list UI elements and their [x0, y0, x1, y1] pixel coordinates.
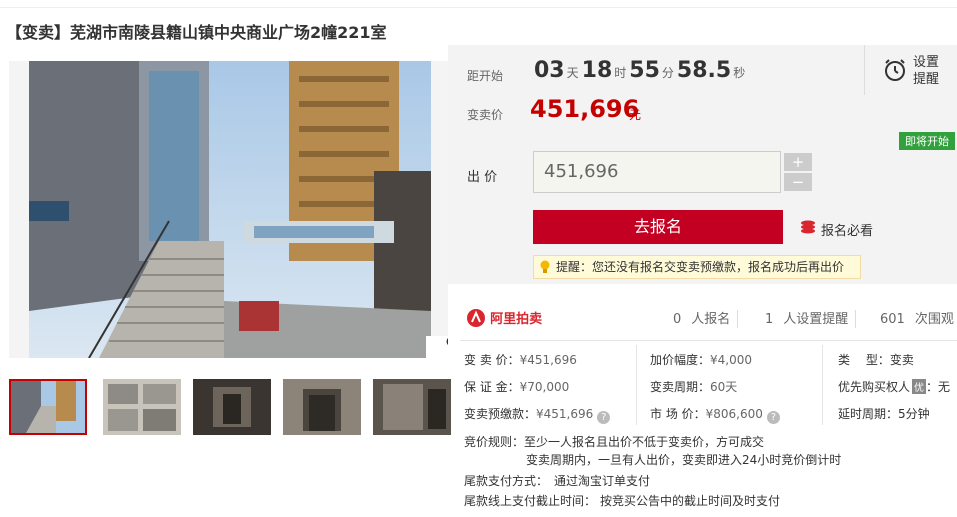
countdown: 03 天 18 时 55 分 58.5 秒 — [534, 58, 748, 83]
help-icon[interactable]: ? — [597, 411, 611, 424]
thumbnail-1[interactable] — [9, 379, 87, 435]
status-badge: 即将开始 — [899, 132, 955, 150]
remind-button[interactable]: 设置提醒 — [864, 45, 957, 95]
magnifier-icon — [446, 337, 448, 346]
remind-stat: 1 人设置提醒 — [765, 308, 848, 327]
info-delay-period-value: 5分钟 — [898, 407, 930, 421]
countdown-days-unit: 天 — [566, 66, 579, 80]
price-label: 变卖价 — [467, 108, 504, 122]
alarm-clock-icon — [885, 59, 905, 81]
views-stat: 601 次围观 — [880, 308, 954, 327]
info-delay-period: 延时周期：5分钟 — [838, 405, 930, 422]
info-market-price: 市 场 价：¥806,600? — [650, 405, 780, 424]
current-price: 451,696 — [530, 95, 640, 123]
brand-name: 阿里拍卖 — [490, 312, 543, 327]
info-prepayment-value: ¥451,696 — [536, 407, 594, 421]
stats-separator-2 — [855, 310, 856, 328]
views-label: 次围观 — [914, 312, 954, 327]
must-read-link[interactable]: 报名必看 — [821, 220, 873, 239]
info-reserve-price-key: 变 卖 价： — [464, 353, 520, 367]
info-market-price-value: ¥806,600 — [705, 407, 763, 421]
info-separator-2 — [822, 345, 823, 425]
countdown-hours-unit: 时 — [614, 66, 627, 80]
coins-icon — [801, 220, 815, 234]
bid-amount-input[interactable]: 451,696 — [533, 151, 781, 193]
alibaba-auction-icon — [467, 309, 485, 327]
countdown-minutes-unit: 分 — [661, 66, 674, 80]
info-divider — [460, 340, 957, 341]
zoom-button[interactable] — [426, 336, 448, 358]
info-delay-period-key: 延时周期： — [838, 407, 899, 421]
rule-payment-deadline: 尾款线上支付截止时间： 按竞买公告中的截止时间及时支付 — [464, 492, 780, 509]
rule-payment-deadline-key: 尾款线上支付截止时间： — [464, 494, 597, 508]
info-separator-1 — [636, 345, 637, 425]
page-title: 【变卖】芜湖市南陵县籍山镇中央商业广场2幢221室 — [6, 23, 387, 42]
bid-label: 出 价 — [467, 170, 498, 185]
reminder-tip: 提醒：您还没有报名交变卖预缴款，报名成功后再出价 — [533, 255, 861, 279]
stats-separator-1 — [737, 310, 738, 328]
reminder-tip-text: 提醒：您还没有报名交变卖预缴款，报名成功后再出价 — [556, 260, 845, 274]
signup-stat: 0 人报名 — [673, 308, 730, 327]
rule-payment-method-key: 尾款支付方式： — [464, 474, 549, 488]
info-period: 变卖周期：60天 — [650, 378, 737, 395]
info-reserve-price-value: ¥451,696 — [519, 353, 577, 367]
info-increment-value: ¥4,000 — [710, 353, 753, 367]
thumbnail-3[interactable] — [193, 379, 271, 435]
rule-payment-method-value: 通过淘宝订单支付 — [554, 474, 651, 488]
info-priority-buyer: 优先购买权人优：无 — [838, 378, 950, 395]
info-increment-key: 加价幅度： — [650, 353, 711, 367]
thumbnail-4[interactable] — [283, 379, 361, 435]
rule-countdown: 变卖周期内，一旦有人出价，变卖即进入24小时竞价倒计时 — [526, 453, 842, 467]
countdown-seconds-unit: 秒 — [733, 66, 746, 80]
signup-count: 0 — [673, 312, 682, 327]
thumbnail-2[interactable] — [103, 379, 181, 435]
lightbulb-icon — [540, 260, 550, 273]
signup-button[interactable]: 去报名 — [533, 210, 783, 244]
decrease-button[interactable]: − — [784, 173, 812, 191]
countdown-minutes: 55 — [629, 58, 660, 83]
stats-row: 阿里拍卖 0 人报名 1 人设置提醒 601 次围观 — [460, 308, 957, 330]
info-priority-buyer-value: ：无 — [926, 380, 951, 394]
info-period-value: 60天 — [710, 380, 738, 394]
info-market-price-key: 市 场 价： — [650, 407, 706, 421]
info-prepayment-key: 变卖预缴款： — [464, 407, 537, 421]
info-type: 类 型：变卖 — [838, 351, 914, 368]
remind-count-label: 人设置提醒 — [783, 312, 849, 327]
priority-badge: 优 — [912, 379, 927, 394]
rule-bidding: 竞价规则：至少一人报名且出价不低于变卖价，方可成交 — [464, 433, 764, 450]
increase-button[interactable]: + — [784, 153, 812, 171]
info-increment: 加价幅度：¥4,000 — [650, 351, 752, 368]
countdown-days: 03 — [534, 58, 565, 83]
price-unit: 元 — [629, 108, 642, 122]
thumbnail-strip — [9, 379, 459, 435]
main-photo[interactable] — [9, 61, 448, 358]
info-type-value: 变卖 — [889, 353, 914, 367]
bid-panel: 即将开始 出 价 451,696 + − 去报名 报名必看 提醒：您还没有报名交… — [448, 129, 957, 284]
rule-payment-deadline-value: 按竞买公告中的截止时间及时支付 — [600, 494, 781, 508]
top-divider — [0, 7, 957, 8]
views-count: 601 — [880, 312, 905, 327]
thumbnail-5[interactable] — [373, 379, 451, 435]
countdown-seconds: 58.5 — [676, 58, 732, 83]
rule-bidding-key: 竞价规则： — [464, 435, 525, 449]
info-prepayment: 变卖预缴款：¥451,696? — [464, 405, 611, 424]
countdown-hours: 18 — [581, 58, 613, 83]
info-deposit: 保 证 金：¥70,000 — [464, 378, 569, 395]
info-type-key: 类 型： — [838, 353, 890, 367]
remind-count: 1 — [765, 312, 774, 327]
info-period-key: 变卖周期： — [650, 380, 711, 394]
countdown-label: 距开始 — [467, 69, 504, 83]
rule-bidding-value: 至少一人报名且出价不低于变卖价，方可成交 — [524, 435, 765, 449]
help-icon[interactable]: ? — [766, 411, 780, 424]
brand-logo: 阿里拍卖 — [466, 308, 542, 328]
info-priority-buyer-key: 优先购买权人 — [838, 380, 911, 394]
price-panel: 距开始 03 天 18 时 55 分 58.5 秒 变卖价 451,696 元 设置提醒 — [448, 45, 957, 129]
info-deposit-key: 保 证 金： — [464, 380, 520, 394]
signup-label: 人报名 — [691, 312, 731, 327]
rule-payment-method: 尾款支付方式： 通过淘宝订单支付 — [464, 472, 650, 489]
info-deposit-value: ¥70,000 — [519, 380, 570, 394]
remind-label: 设置提醒 — [913, 55, 940, 87]
info-reserve-price: 变 卖 价：¥451,696 — [464, 351, 577, 368]
